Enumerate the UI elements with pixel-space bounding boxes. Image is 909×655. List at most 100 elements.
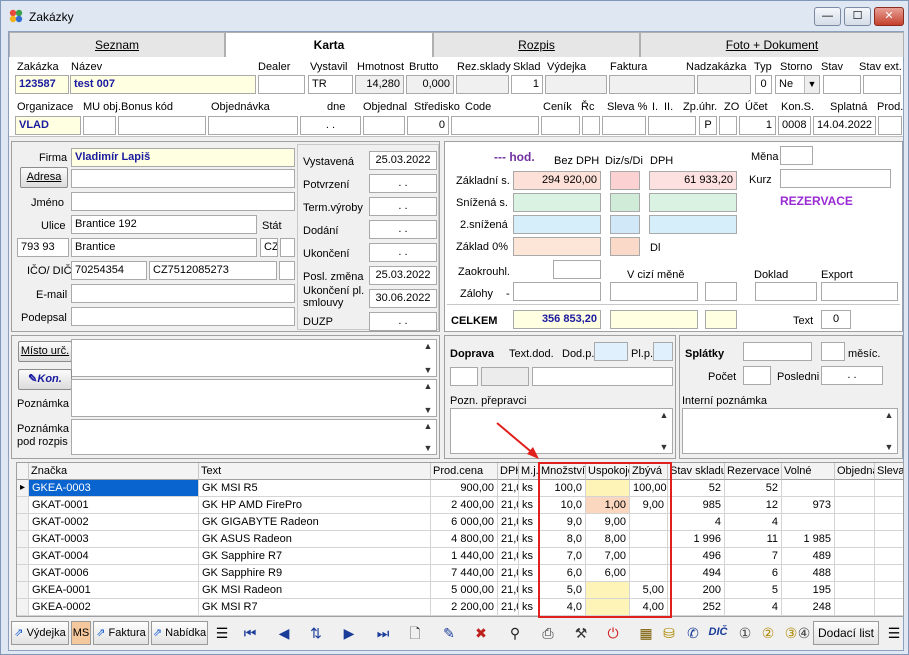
ulice-field[interactable]: Brantice 192 <box>71 215 257 234</box>
table-cell[interactable]: 985 <box>668 497 725 514</box>
column-header[interactable] <box>17 463 29 480</box>
jmeno-field[interactable] <box>71 192 295 211</box>
vydejka-button[interactable]: ⇗ Výdejka <box>11 621 69 645</box>
faktura-button[interactable]: ⇗ Faktura <box>93 621 149 645</box>
dic-field[interactable]: CZ7512085273 <box>149 261 277 280</box>
tab-karta[interactable]: Karta <box>225 32 433 59</box>
table-cell[interactable]: 52 <box>668 480 725 497</box>
cizi-mena-2-field[interactable] <box>705 282 737 301</box>
firma-2-field[interactable] <box>71 169 295 188</box>
scrollbar[interactable]: ▲ ▼ <box>421 381 435 415</box>
table-cell[interactable]: 21,0 <box>498 599 519 616</box>
zakladni-dph-field[interactable]: 61 933,20 <box>649 171 737 190</box>
mu-obj-field[interactable] <box>83 116 116 135</box>
scroll-up-icon[interactable]: ▲ <box>885 410 894 420</box>
rez-sklady-field[interactable] <box>456 75 509 94</box>
dodaci-list-button[interactable]: Dodací list <box>813 621 879 645</box>
table-cell[interactable]: 21,0 <box>498 548 519 565</box>
items-table[interactable]: ZnačkaTextProd.cenaDPHM.j.MnožstvíUspoko… <box>16 462 904 617</box>
ico-extra-field[interactable] <box>279 261 295 280</box>
table-cell[interactable]: 496 <box>668 548 725 565</box>
sleva-2-field[interactable] <box>648 116 696 135</box>
menu-icon[interactable]: ☰ <box>209 621 235 645</box>
stredisko-field[interactable]: 0 <box>407 116 449 135</box>
table-cell[interactable]: 1 985 <box>782 531 835 548</box>
table-cell[interactable]: ks <box>519 480 539 497</box>
table-cell[interactable]: ks <box>519 531 539 548</box>
table-cell[interactable] <box>782 480 835 497</box>
snizena2-dph-field[interactable] <box>649 215 737 234</box>
tab-foto[interactable]: Foto + Dokument <box>640 32 904 57</box>
scroll-down-icon[interactable]: ▼ <box>424 405 433 415</box>
table-cell[interactable]: GK GIGABYTE Radeon <box>199 514 431 531</box>
ms-button[interactable]: MS <box>71 621 91 645</box>
table-cell[interactable]: ks <box>519 582 539 599</box>
kurz-field[interactable] <box>780 169 891 188</box>
psc-field[interactable]: 793 93 <box>17 238 69 257</box>
table-cell[interactable]: 4 <box>725 599 782 616</box>
row-indicator[interactable] <box>17 514 29 531</box>
snizena2-bez-field[interactable] <box>513 215 601 234</box>
celkem-field[interactable]: 356 853,20 <box>513 310 601 329</box>
scroll-up-icon[interactable]: ▲ <box>424 421 433 431</box>
text-dod-field[interactable] <box>532 367 673 386</box>
column-header[interactable]: Sleva <box>875 463 903 480</box>
dne-field[interactable]: . . <box>300 116 361 135</box>
sort-icon[interactable]: ⇅ <box>303 621 329 645</box>
table-cell[interactable]: ks <box>519 599 539 616</box>
table-cell[interactable]: GKEA-0003 <box>29 480 199 497</box>
mesto-field[interactable]: Brantice <box>71 238 257 257</box>
nadzakazka-field[interactable] <box>697 75 751 94</box>
table-cell[interactable] <box>875 565 903 582</box>
tab-seznam[interactable]: Seznam <box>9 32 225 57</box>
table-cell[interactable]: 4 <box>725 514 782 531</box>
column-header[interactable]: Značka <box>29 463 199 480</box>
table-cell[interactable] <box>835 531 875 548</box>
table-cell[interactable]: 2 200,00 <box>431 599 498 616</box>
tab-rozpis[interactable]: Rozpis <box>433 32 640 57</box>
table-row[interactable]: GKAT-0004GK Sapphire R71 440,0021,0ks7,0… <box>17 548 903 565</box>
dealer-field[interactable] <box>258 75 305 94</box>
dic-button[interactable]: DIČ <box>705 621 731 645</box>
table-cell[interactable]: 12 <box>725 497 782 514</box>
table-cell[interactable]: 21,0 <box>498 565 519 582</box>
close-button[interactable]: ✕ <box>874 7 904 26</box>
zakladni-diz-field[interactable] <box>610 171 640 190</box>
misto-urc-textarea[interactable]: ▲ ▼ <box>71 339 437 377</box>
table-row[interactable]: GKAT-0001GK HP AMD FirePro2 400,0021,0ks… <box>17 497 903 514</box>
cizi-mena-field[interactable] <box>610 282 698 301</box>
snizena2-diz-field[interactable] <box>610 215 640 234</box>
table-cell[interactable] <box>875 497 903 514</box>
zakladni-bez-field[interactable]: 294 920,00 <box>513 171 601 190</box>
tools-icon[interactable]: ⚒ <box>568 621 594 645</box>
table-cell[interactable]: 7 440,00 <box>431 565 498 582</box>
scroll-down-icon[interactable]: ▼ <box>660 442 669 452</box>
kon-s-field[interactable]: 0008 <box>778 116 811 135</box>
scroll-down-icon[interactable]: ▼ <box>885 442 894 452</box>
table-cell[interactable]: 195 <box>782 582 835 599</box>
table-cell[interactable]: GK MSI R7 <box>199 599 431 616</box>
table-cell[interactable]: 4 800,00 <box>431 531 498 548</box>
table-cell[interactable]: 6 000,00 <box>431 514 498 531</box>
date-field-dodani[interactable]: . . <box>369 220 437 239</box>
celkem-cizi-2-field[interactable] <box>705 310 737 329</box>
column-header[interactable]: Volné <box>782 463 835 480</box>
table-cell[interactable]: 7 <box>725 548 782 565</box>
stat-field[interactable]: CZ <box>260 238 278 257</box>
table-cell[interactable]: 4 <box>668 514 725 531</box>
vydejka-field[interactable] <box>545 75 607 94</box>
row-indicator[interactable] <box>17 548 29 565</box>
table-cell[interactable]: GK Sapphire R7 <box>199 548 431 565</box>
code-field[interactable] <box>451 116 539 135</box>
zaklad0-bez-field[interactable] <box>513 237 601 256</box>
objednal-field[interactable] <box>363 116 405 135</box>
table-cell[interactable] <box>835 514 875 531</box>
row-indicator[interactable] <box>17 497 29 514</box>
brutto-field[interactable]: 0,000 <box>406 75 454 94</box>
row-indicator[interactable]: ▸ <box>17 480 29 497</box>
snizena-dph-field[interactable] <box>649 193 737 212</box>
prev-record-icon[interactable]: ◀ <box>271 621 297 645</box>
table-cell[interactable]: 5 <box>725 582 782 599</box>
zaklad0-diz-field[interactable] <box>610 237 640 256</box>
delete-icon[interactable]: ✖ <box>468 621 494 645</box>
